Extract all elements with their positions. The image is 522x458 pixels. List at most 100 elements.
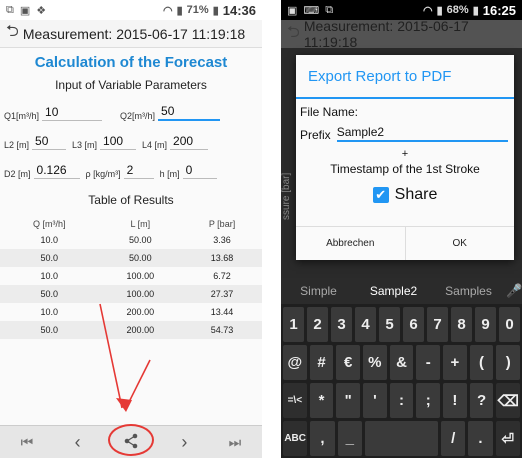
plus-sign: + [401,148,409,160]
key[interactable]: ? [469,383,494,418]
table-cell: 10.0 [40,271,59,281]
cast-icon: ⧉ [325,3,334,16]
table-cell: 54.73 [182,321,262,339]
key[interactable]: " [336,383,361,418]
key[interactable]: 5 [379,307,400,342]
prefix-label: Prefix [300,128,331,142]
key[interactable]: # [309,345,334,380]
file-name-label: File Name: [300,105,359,119]
q2-input[interactable]: 50 [158,104,221,121]
status-bar: ⧉ ▣ ❖ ◠ ▮ 71% ▮ 14:36 [0,0,262,20]
share-icon[interactable] [107,423,154,456]
q1-label: Q1[m³/h] [4,111,40,121]
key[interactable]: ( [469,345,494,380]
symbols-page-key[interactable]: =\< [283,383,307,418]
enter-icon[interactable]: ⏎ [495,421,520,456]
forecast-heading: Calculation of the Forecast [34,54,228,71]
left-screen: ⧉ ▣ ❖ ◠ ▮ 71% ▮ 14:36 ⮌ Measurement: 201… [0,0,262,458]
l3-label: L3 [m] [72,140,98,150]
l3-input[interactable]: 100 [100,134,137,150]
key[interactable]: ' [363,383,387,418]
key[interactable]: 9 [475,307,496,342]
last-page-icon[interactable]: ⏭ [229,434,242,451]
key[interactable]: 2 [307,307,328,342]
dialog-body: File Name: Prefix Sample2 + Timestamp of… [296,99,514,204]
keyboard-row-bottom: ABC , _ / . ⏎ [281,418,522,456]
microphone-icon[interactable]: 🎤 [506,283,522,299]
key[interactable]: / [440,421,466,456]
key[interactable]: 7 [427,307,448,342]
table-cell: 6.72 [213,271,231,281]
battery-text: 68% [446,4,469,16]
key[interactable]: 0 [499,307,520,342]
table-cell: 100.00 [126,271,155,281]
key[interactable]: 4 [355,307,376,342]
share-label: Share [394,186,438,203]
suggestion-item[interactable]: Simple [281,284,356,298]
key[interactable]: & [389,345,414,380]
key[interactable]: , [310,421,335,456]
checkbox-checked-icon[interactable]: ✔ [372,187,389,203]
key[interactable]: * [309,383,334,418]
key[interactable]: 8 [451,307,472,342]
annotation-arrow-line [125,359,151,409]
key[interactable]: 3 [331,307,352,342]
previous-icon[interactable]: ‹ [75,432,81,453]
results-table-title: Table of Results [88,193,174,207]
key[interactable]: _ [337,421,362,456]
key[interactable]: % [363,345,387,380]
backspace-icon[interactable]: ⌫ [496,383,521,418]
key[interactable]: : [389,383,414,418]
table-cell: 10.0 [40,307,59,317]
prefix-input[interactable]: Sample2 [336,125,508,142]
space-key[interactable] [364,421,438,456]
table-cell: 200.00 [98,321,183,339]
h-label: h [m] [159,169,180,179]
dropbox-icon: ❖ [36,4,47,17]
table-cell: 100.00 [98,285,183,303]
first-page-icon[interactable]: ⏮ [21,434,34,451]
table-row: 10.0 50.00 3.36 [0,231,262,249]
cast-icon: ⧉ [6,3,14,16]
key[interactable]: @ [283,345,307,380]
suggestion-strip: Simple Sample2 Samples 🎤 [281,278,522,304]
key[interactable]: ! [443,383,467,418]
row-lengths: L2 [m] 50 L3 [m] 100 L4 [m] 200 [0,130,262,150]
suggestion-item[interactable]: Sample2 [356,284,431,298]
battery-icon: ▮ [212,4,219,17]
share-checkbox-row[interactable]: ✔ Share [300,186,510,204]
q1-input[interactable]: 10 [42,105,103,121]
h-input[interactable]: 0 [182,163,217,179]
signal-icon: ▮ [436,4,443,17]
l2-input[interactable]: 50 [32,134,67,150]
table-row: 50.0 200.00 54.73 [0,321,262,339]
rho-label: ρ [kg/m³] [85,169,121,179]
cancel-button[interactable]: Abbrechen [296,227,405,260]
abc-key[interactable]: ABC [283,421,308,456]
battery-icon: ▮ [472,4,479,17]
key[interactable]: - [416,345,441,380]
key[interactable]: ; [416,383,441,418]
d2-input[interactable]: 0.126 [33,163,80,179]
back-icon[interactable]: ⮌ [287,21,300,48]
next-icon[interactable]: › [181,432,187,453]
key[interactable]: + [443,345,467,380]
key[interactable]: € [336,345,361,380]
timestamp-text: Timestamp of the 1st Stroke [330,162,480,176]
battery-text: 71% [186,4,209,16]
page-title: Measurement: 2015-06-17 11:19:18 [303,18,469,50]
key[interactable]: 1 [283,307,304,342]
ok-button[interactable]: OK [404,227,515,260]
key[interactable]: 6 [403,307,424,342]
key[interactable]: ) [496,345,521,380]
table-cell: 27.37 [182,285,262,303]
l4-input[interactable]: 200 [170,134,209,150]
table-row: 50.0 50.00 13.68 [0,249,262,267]
suggestion-item[interactable]: Samples [431,284,506,298]
table-cell: 200.00 [126,307,155,317]
rho-input[interactable]: 2 [123,163,154,179]
back-icon[interactable]: ⮌ [6,20,19,47]
key[interactable]: . [468,421,493,456]
status-bar: ▣ ⌨ ⧉ ◠ ▮ 68% ▮ 16:25 [281,0,522,20]
status-time: 16:25 [482,2,516,18]
